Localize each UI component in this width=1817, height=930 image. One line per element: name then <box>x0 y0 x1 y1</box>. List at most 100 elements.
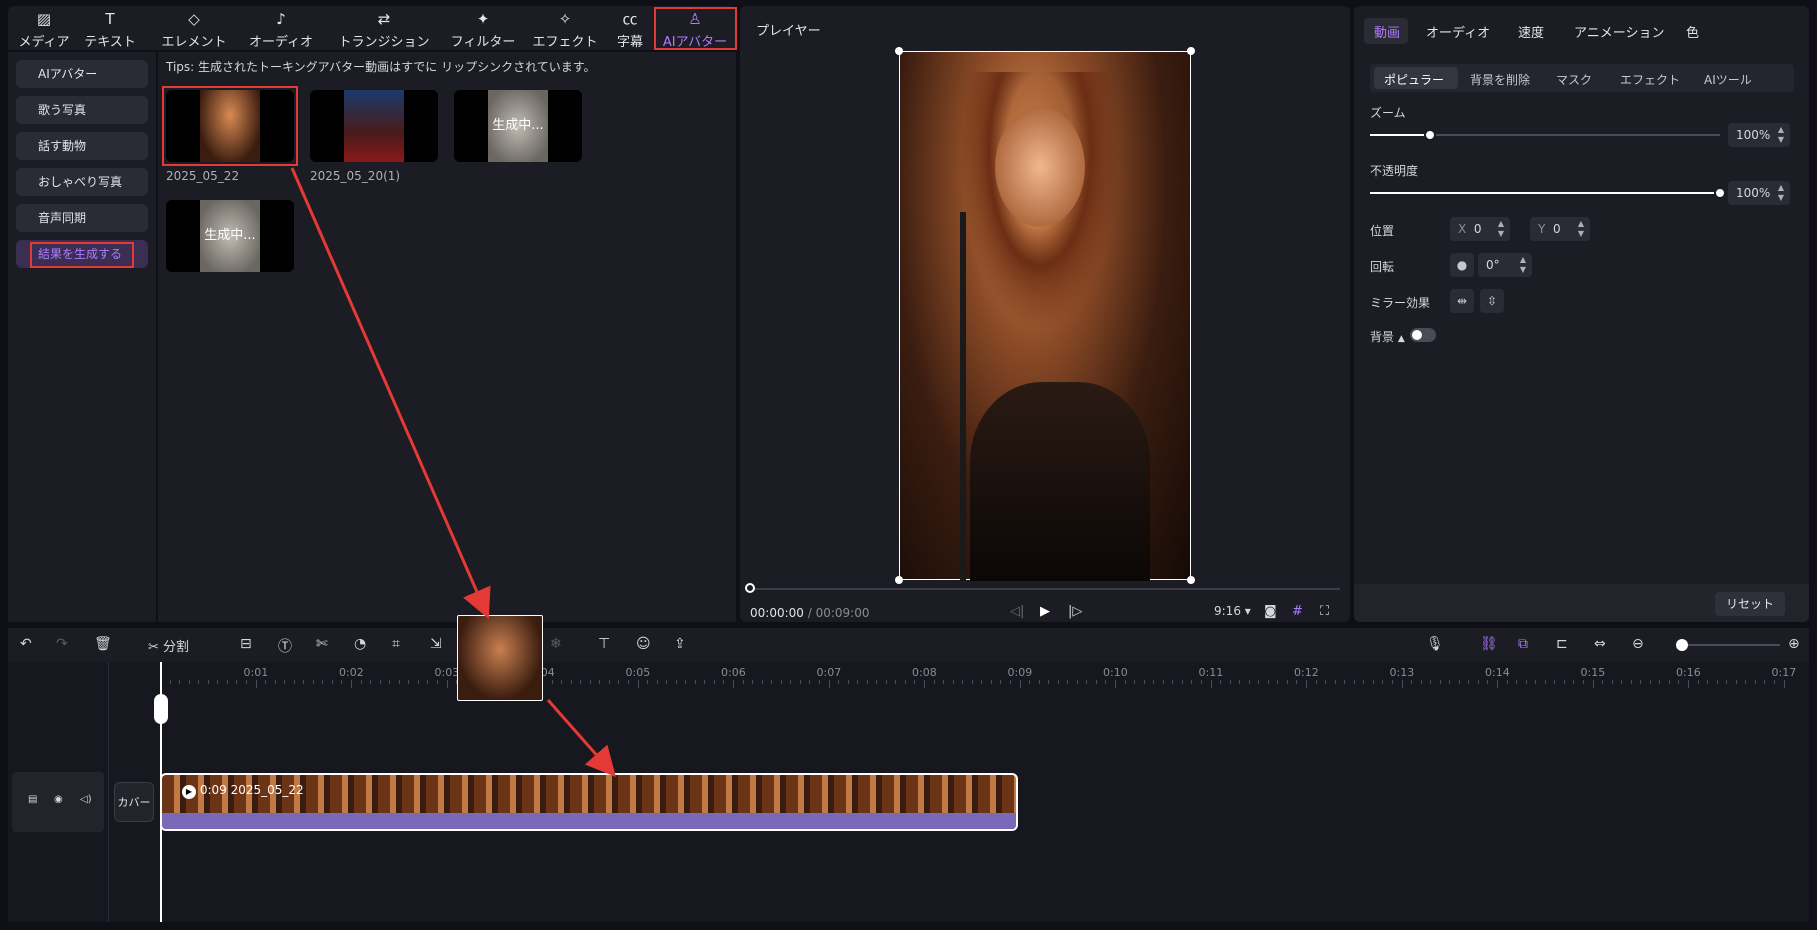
tab-video[interactable]: 動画 <box>1374 22 1400 41</box>
title-icon[interactable]: ⊤ <box>598 636 610 652</box>
grid-icon[interactable]: # <box>1292 604 1303 619</box>
play-icon[interactable]: ▶ <box>1040 604 1050 619</box>
eye-icon[interactable]: ◉ <box>54 794 63 805</box>
playhead-handle[interactable] <box>154 694 168 724</box>
resize-handle[interactable] <box>1187 47 1195 55</box>
sidebar-item-singing-photo[interactable]: 歌う写真 <box>16 96 148 124</box>
redo-icon[interactable]: ↷ <box>56 636 68 652</box>
ruler-tick <box>847 680 849 684</box>
opacity-slider[interactable] <box>1370 187 1726 199</box>
tab-element[interactable]: ◇ エレメント <box>158 10 230 50</box>
ruler-tick <box>1181 680 1183 684</box>
background-toggle[interactable] <box>1410 328 1436 342</box>
ruler-tick <box>1544 680 1546 684</box>
sidebar-item-ai-avatar[interactable]: AIアバター <box>16 60 148 88</box>
aspect-ratio-select[interactable]: 9:16 ▾ <box>1214 604 1251 618</box>
media-thumb[interactable] <box>310 90 438 162</box>
crop-icon[interactable]: ⌗ <box>392 636 400 652</box>
zoom-slider-knob[interactable] <box>1423 129 1436 141</box>
timeline-zoom-knob[interactable] <box>1676 639 1688 651</box>
tab-caption[interactable]: ㏄字幕 <box>612 10 648 50</box>
subtab-effect[interactable]: エフェクト <box>1620 71 1680 88</box>
marker-icon[interactable]: ⊟ <box>240 636 252 652</box>
reset-button[interactable]: リセット <box>1715 592 1785 616</box>
mirror-horizontal-icon[interactable]: ⇹ <box>1450 289 1474 313</box>
track-film-icon[interactable]: ▤ <box>28 794 37 805</box>
resize-handle[interactable] <box>1187 576 1195 584</box>
opacity-input[interactable]: 100% ▲ ▼ <box>1728 181 1790 205</box>
tab-animation[interactable]: アニメーション <box>1574 22 1664 41</box>
prev-frame-icon[interactable]: ◁| <box>1010 604 1024 619</box>
stepper-icon[interactable]: ▲ ▼ <box>1578 219 1584 239</box>
resize-icon[interactable]: ⇲ <box>430 636 442 652</box>
subtab-ai-tools[interactable]: AIツール <box>1704 71 1752 88</box>
rotation-dial-icon[interactable]: ● <box>1450 253 1474 277</box>
tab-media[interactable]: ▨ メディア <box>16 10 72 50</box>
export-icon[interactable]: ⇪ <box>674 636 686 652</box>
next-frame-icon[interactable]: |▷ <box>1068 604 1082 619</box>
stepper-icon[interactable]: ▲ ▼ <box>1520 255 1526 275</box>
subtab-remove-bg[interactable]: 背景を削除 <box>1470 71 1530 88</box>
cover-button[interactable]: カバー <box>114 782 154 822</box>
resize-handle[interactable] <box>895 576 903 584</box>
tab-effect[interactable]: ✧ エフェクト <box>528 10 602 50</box>
subtab-mask[interactable]: マスク <box>1556 71 1592 88</box>
microphone-icon[interactable]: 🎙 <box>1426 636 1444 652</box>
tab-speed[interactable]: 速度 <box>1518 22 1544 41</box>
playback-knob[interactable] <box>745 583 755 593</box>
playback-progress[interactable] <box>750 588 1340 590</box>
speaker-icon[interactable]: ◁) <box>80 794 92 805</box>
cut-tool-icon[interactable]: ✄ <box>316 636 328 652</box>
delete-icon[interactable]: 🗑 <box>94 636 112 652</box>
sidebar-item-talking-animal[interactable]: 話す動物 <box>16 132 148 160</box>
video-content <box>995 107 1085 227</box>
sidebar-item-talking-photo[interactable]: おしゃべり写真 <box>16 168 148 196</box>
split-label: 分割 <box>163 640 190 655</box>
undo-icon[interactable]: ↶ <box>20 636 32 652</box>
x-label: X <box>1458 222 1467 236</box>
mirror-vertical-icon[interactable]: ⇳ <box>1480 289 1504 313</box>
tab-color[interactable]: 色 <box>1686 22 1699 41</box>
snap-icon[interactable]: ⧉ <box>1518 636 1528 652</box>
ruler-tick <box>551 680 553 684</box>
fullscreen-icon[interactable]: ⛶ <box>1320 604 1329 619</box>
ruler-tick <box>704 680 706 684</box>
speed-icon[interactable]: ◔ <box>354 636 366 652</box>
zoom-out-icon[interactable]: ⊖ <box>1632 636 1644 652</box>
freeze-icon[interactable]: ❄ <box>550 636 562 652</box>
stepper-icon[interactable]: ▲ ▼ <box>1498 219 1504 239</box>
tab-audio-props[interactable]: オーディオ <box>1426 22 1490 41</box>
split-button[interactable]: ✂ 分割 <box>148 636 189 655</box>
fit-icon[interactable]: ⇔ <box>1594 636 1606 652</box>
tab-text[interactable]: T テキスト <box>80 10 140 50</box>
stepper-icon[interactable]: ▲ ▼ <box>1778 125 1784 145</box>
media-thumb[interactable]: 生成中... <box>454 90 582 162</box>
zoom-slider[interactable] <box>1370 129 1720 141</box>
sidebar-item-lip-sync[interactable]: 音声同期 <box>16 204 148 232</box>
link-icon[interactable]: ⛓ <box>1480 636 1498 652</box>
snapshot-icon[interactable]: ◙ <box>1264 604 1277 619</box>
tab-transition[interactable]: ⇄ トランジション <box>332 10 436 50</box>
timeline-zoom-slider[interactable] <box>1680 644 1780 646</box>
ruler-tick <box>1086 680 1088 684</box>
zoom-input[interactable]: 100% ▲ ▼ <box>1728 123 1790 147</box>
ruler-tick <box>981 680 983 684</box>
tab-filter[interactable]: ✦ フィルター <box>448 10 518 50</box>
opacity-slider-knob[interactable] <box>1714 187 1726 199</box>
text-tool-icon[interactable]: Ⓣ <box>278 636 292 656</box>
video-preview[interactable] <box>899 51 1191 581</box>
position-x-input[interactable]: X 0 ▲ ▼ <box>1450 217 1510 241</box>
split-clip-icon[interactable]: ⊏ <box>1556 636 1568 652</box>
avatar-tool-icon[interactable]: ☺ <box>636 636 651 652</box>
highlight-box <box>30 242 134 268</box>
tab-audio[interactable]: ♪ オーディオ <box>246 10 316 50</box>
zoom-in-icon[interactable]: ⊕ <box>1788 636 1800 652</box>
position-y-input[interactable]: Y 0 ▲ ▼ <box>1530 217 1590 241</box>
media-thumb[interactable]: 生成中... <box>166 200 294 272</box>
subtab-popular[interactable]: ポピュラー <box>1384 71 1444 88</box>
stepper-icon[interactable]: ▲ ▼ <box>1778 183 1784 203</box>
video-clip[interactable]: ▶ 0:09 2025_05_22 <box>160 773 1018 831</box>
resize-handle[interactable] <box>895 47 903 55</box>
top-tab-bar: ▨ メディア T テキスト ◇ エレメント ♪ オーディオ ⇄ トランジション ✦ フィルタ… <box>8 6 737 50</box>
rotation-input[interactable]: 0° ▲ ▼ <box>1478 253 1532 277</box>
